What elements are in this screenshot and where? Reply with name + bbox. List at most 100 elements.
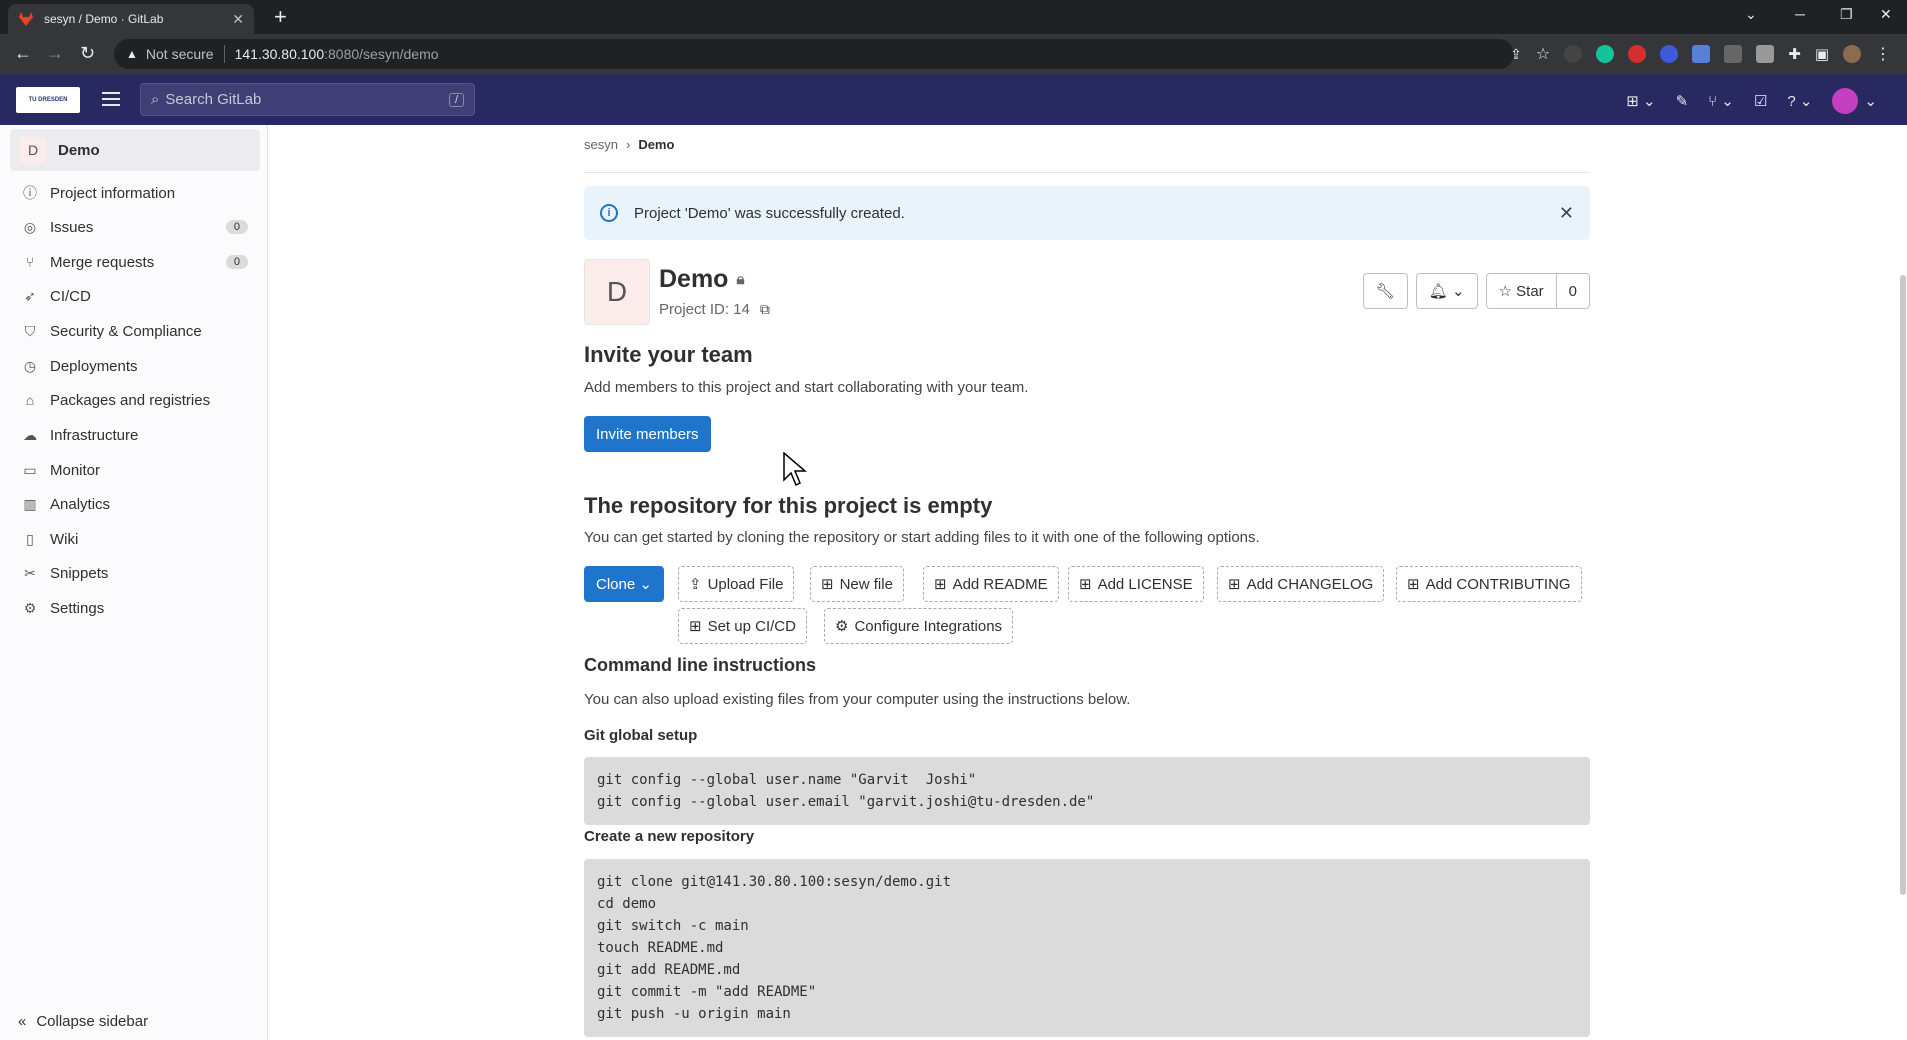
sidebar-item-security-compliance[interactable]: ⛉ Security & Compliance bbox=[10, 314, 260, 348]
search-input[interactable]: ⌕ Search GitLab / bbox=[140, 83, 475, 116]
tu-dresden-logo[interactable]: TU DRESDEN bbox=[16, 87, 80, 113]
clone-button[interactable]: Clone ⌄ bbox=[584, 566, 664, 602]
upload-file-button[interactable]: ⇪ Upload File bbox=[678, 566, 795, 602]
hamburger-menu-icon[interactable] bbox=[100, 88, 122, 110]
sidebar-item-label: Snippets bbox=[50, 564, 109, 582]
sidebar-item-label: Packages and registries bbox=[50, 391, 211, 409]
browser-extensions: ⇪ ☆ ✚ ▣ ⋮ bbox=[1510, 44, 1891, 64]
issues-icon: ◎ bbox=[23, 218, 37, 235]
extension-icon[interactable] bbox=[1628, 45, 1647, 63]
divider bbox=[584, 172, 1590, 173]
tab-search-icon[interactable]: ⌄ bbox=[1745, 6, 1757, 23]
sidebar: D Demo ⓘ Project information ◎ Issues 0 ⑂ Me… bbox=[0, 125, 268, 1040]
sidebar-item-monitor[interactable]: ▭ Monitor bbox=[10, 453, 260, 487]
invite-members-button[interactable]: Invite members bbox=[584, 416, 711, 452]
add-contributing-button[interactable]: ⊞ Add CONTRIBUTING bbox=[1396, 566, 1582, 602]
merge-requests-icon[interactable]: ⑂ ⌄ bbox=[1708, 92, 1734, 110]
sidebar-item-wiki[interactable]: ▯ Wiki bbox=[10, 522, 260, 556]
extension-icon[interactable] bbox=[1724, 45, 1743, 63]
cli-heading: Command line instructions bbox=[584, 655, 817, 675]
project-id-label: Project ID: 14 bbox=[659, 301, 750, 318]
sidebar-item-project-information[interactable]: ⓘ Project information bbox=[10, 176, 260, 210]
merge-requests-count-badge: 0 bbox=[225, 255, 248, 269]
side-panel-icon[interactable]: ▣ bbox=[1815, 45, 1829, 63]
breadcrumb-current[interactable]: Demo bbox=[638, 137, 674, 152]
puzzle-icon[interactable]: ✚ bbox=[1788, 45, 1801, 63]
new-repo-code[interactable]: git clone git@141.30.80.100:sesyn/demo.g… bbox=[584, 859, 1590, 1037]
project-id: Project ID: 14 ⧉ bbox=[659, 301, 770, 318]
sidebar-item-issues[interactable]: ◎ Issues 0 bbox=[10, 210, 260, 244]
scrollbar-thumb[interactable] bbox=[1900, 275, 1906, 895]
info-icon: ⓘ bbox=[23, 185, 37, 201]
scrollbar[interactable] bbox=[1899, 125, 1907, 1040]
extension-icon[interactable] bbox=[1660, 45, 1679, 63]
copy-icon[interactable]: ⧉ bbox=[760, 301, 770, 318]
sidebar-item-settings[interactable]: ⚙ Settings bbox=[10, 591, 260, 625]
grammarly-icon[interactable] bbox=[1596, 45, 1615, 63]
notification-button[interactable]: 🔔︎ ⌄ bbox=[1415, 273, 1478, 309]
global-setup-heading: Git global setup bbox=[584, 727, 698, 744]
extension-icon[interactable] bbox=[1756, 45, 1775, 63]
restore-icon[interactable]: ❐ bbox=[1840, 6, 1853, 23]
gear-icon: ⚙ bbox=[23, 599, 37, 616]
sidebar-item-snippets[interactable]: ✂ Snippets bbox=[10, 556, 260, 590]
gitlab-header: TU DRESDEN ⌕ Search GitLab / ⊞ ⌄ ✎ ⑂ ⌄ ☑… bbox=[0, 74, 1907, 125]
forward-icon[interactable]: → bbox=[46, 42, 64, 64]
star-icon: ☆ bbox=[1498, 283, 1512, 300]
breadcrumb-parent[interactable]: sesyn bbox=[584, 137, 618, 152]
upload-file-label: Upload File bbox=[707, 575, 784, 593]
settings-wrench-button[interactable]: 🔧︎ bbox=[1362, 273, 1408, 309]
sidebar-item-merge-requests[interactable]: ⑂ Merge requests 0 bbox=[10, 245, 260, 279]
sidebar-project-header[interactable]: D Demo bbox=[10, 129, 260, 171]
issues-icon[interactable]: ✎ bbox=[1676, 92, 1689, 110]
star-count[interactable]: 0 bbox=[1556, 273, 1590, 309]
profile-avatar[interactable] bbox=[1843, 45, 1861, 63]
add-readme-button[interactable]: ⊞ Add README bbox=[923, 566, 1059, 602]
global-setup-code[interactable]: git config --global user.name "Garvit Jo… bbox=[584, 757, 1590, 825]
extension-icon[interactable] bbox=[1564, 45, 1583, 63]
plus-square-icon: ⊞ bbox=[821, 576, 834, 593]
sidebar-item-label: Merge requests bbox=[50, 253, 155, 271]
close-icon[interactable]: ✕ bbox=[1559, 203, 1574, 224]
project-avatar: D bbox=[20, 137, 46, 163]
new-file-button[interactable]: ⊞ New file bbox=[810, 566, 904, 602]
sidebar-item-analytics[interactable]: ▥ Analytics bbox=[10, 487, 260, 521]
setup-cicd-button[interactable]: ⊞ Set up CI/CD bbox=[678, 608, 807, 644]
invite-text: Add members to this project and start co… bbox=[584, 379, 1029, 396]
configure-integrations-label: Configure Integrations bbox=[854, 617, 1003, 635]
cli-text: You can also upload existing files from … bbox=[584, 691, 1131, 708]
help-icon[interactable]: ? ⌄ bbox=[1787, 92, 1812, 110]
add-contributing-label: Add CONTRIBUTING bbox=[1425, 575, 1571, 593]
book-icon: ▯ bbox=[26, 530, 34, 547]
sidebar-item-label: Deployments bbox=[50, 357, 138, 375]
star-button[interactable]: ☆ Star bbox=[1485, 273, 1557, 309]
close-window-icon[interactable]: ✕ bbox=[1880, 6, 1892, 23]
address-bar[interactable]: ▲ Not secure 141.30.80.100:8080/sesyn/de… bbox=[114, 39, 1514, 69]
add-license-button[interactable]: ⊞ Add LICENSE bbox=[1068, 566, 1204, 602]
configure-integrations-button[interactable]: ⚙ Configure Integrations bbox=[824, 608, 1014, 644]
minimize-icon[interactable]: ─ bbox=[1795, 6, 1805, 22]
user-menu[interactable]: ⌄ bbox=[1832, 88, 1877, 114]
breadcrumb-separator-icon: › bbox=[625, 137, 631, 152]
collapse-sidebar-button[interactable]: « Collapse sidebar bbox=[18, 1013, 148, 1030]
mouse-cursor-icon bbox=[783, 452, 808, 487]
sidebar-item-label: Issues bbox=[50, 218, 94, 236]
add-changelog-button[interactable]: ⊞ Add CHANGELOG bbox=[1217, 566, 1385, 602]
new-tab-icon[interactable]: + bbox=[274, 6, 287, 28]
sidebar-item-label: CI/CD bbox=[50, 287, 91, 305]
menu-icon[interactable]: ⋮ bbox=[1875, 44, 1891, 64]
bookmark-star-icon[interactable]: ☆ bbox=[1536, 44, 1550, 64]
reload-icon[interactable]: ↻ bbox=[80, 42, 95, 64]
share-icon[interactable]: ⇪ bbox=[1510, 46, 1522, 63]
sidebar-item-infrastructure[interactable]: ☁ Infrastructure bbox=[10, 418, 260, 452]
sidebar-item-packages-registries[interactable]: ⌂ Packages and registries bbox=[10, 383, 260, 417]
todos-icon[interactable]: ☑ bbox=[1754, 92, 1767, 110]
tab-close-icon[interactable]: ✕ bbox=[232, 11, 244, 28]
scissors-icon: ✂ bbox=[24, 564, 36, 581]
browser-tab[interactable]: sesyn / Demo · GitLab ✕ bbox=[8, 4, 254, 34]
sidebar-item-deployments[interactable]: ◷ Deployments bbox=[10, 349, 260, 383]
sidebar-item-cicd[interactable]: ➶ CI/CD bbox=[10, 279, 260, 313]
back-icon[interactable]: ← bbox=[14, 42, 32, 64]
create-new-icon[interactable]: ⊞ ⌄ bbox=[1626, 92, 1655, 110]
translate-icon[interactable] bbox=[1692, 45, 1711, 63]
